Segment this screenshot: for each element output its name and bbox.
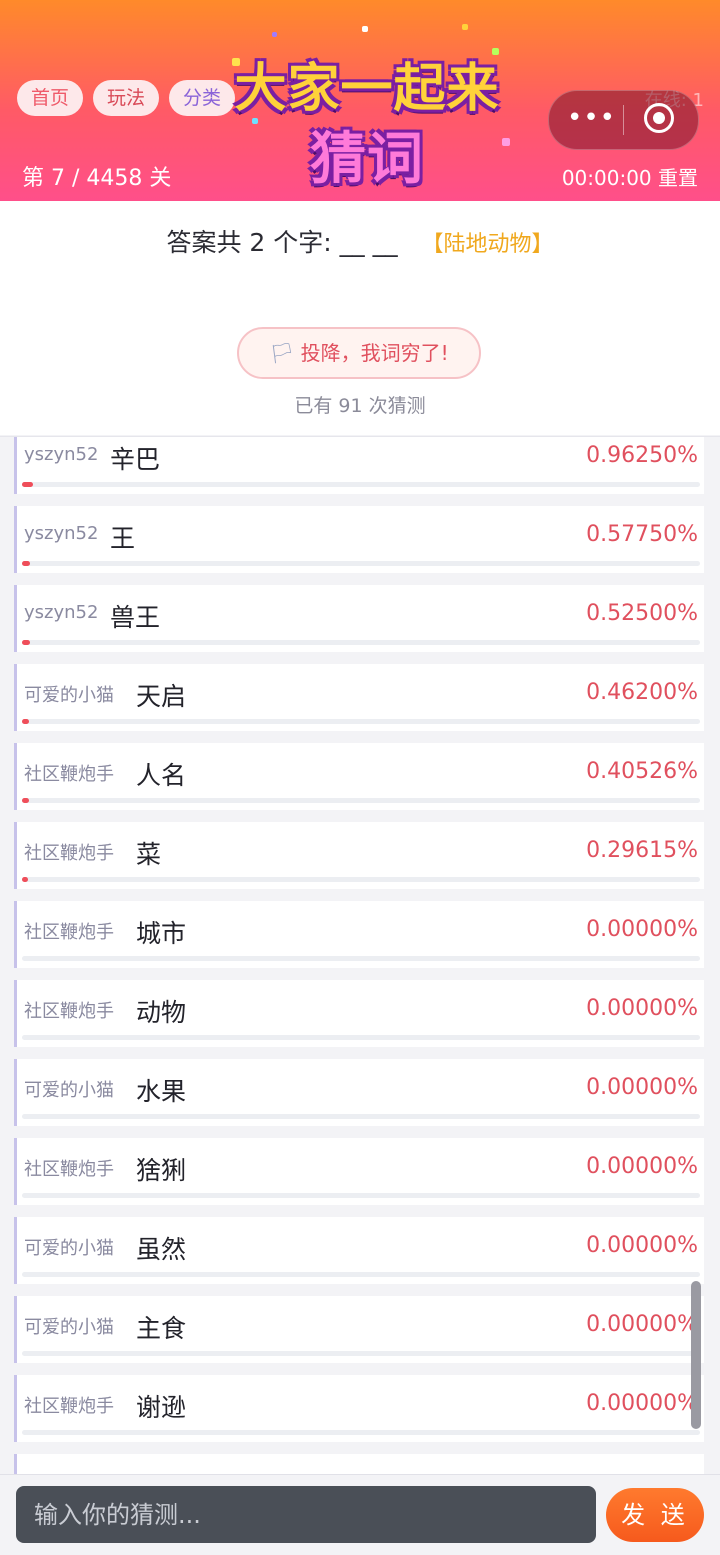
miniapp-capsule: ••• <box>548 90 699 150</box>
similarity-bar <box>22 1035 700 1040</box>
guess-user: 社区鞭炮手 <box>24 764 114 785</box>
guess-row: 可爱的小猫 水果 0.00000% <box>14 1059 704 1126</box>
similarity-bar <box>22 482 700 487</box>
guess-similarity: 0.40526% <box>586 759 698 784</box>
scrollbar[interactable] <box>691 1281 701 1429</box>
app-logo: 大家一起来 猜词 <box>212 18 522 192</box>
guess-row: yszyn52 兽王 0.52500% <box>14 585 704 652</box>
similarity-bar-fill <box>22 561 30 566</box>
guess-word: 水果 <box>136 1077 187 1106</box>
guess-word: 虽然 <box>136 1235 187 1264</box>
guess-similarity: 0.29615% <box>586 838 698 863</box>
guess-similarity: 0.00000% <box>586 1312 698 1337</box>
similarity-bar <box>22 1272 700 1277</box>
guess-row: 社区鞭炮手 动物 0.00000% <box>14 980 704 1047</box>
guess-word: 天启 <box>136 682 187 711</box>
guess-user: 可爱的小猫 <box>24 1080 114 1101</box>
guess-word: 辛巴 <box>110 445 161 474</box>
guess-user: 社区鞭炮手 <box>24 922 114 943</box>
guess-row: 可爱的小猫 天启 0.46200% <box>14 664 704 731</box>
similarity-bar <box>22 956 700 961</box>
guess-similarity: 0.00000% <box>586 1391 698 1416</box>
similarity-bar <box>22 1430 700 1435</box>
similarity-bar <box>22 798 700 803</box>
similarity-bar <box>22 1193 700 1198</box>
timer-reset[interactable]: 00:00:00 重置 <box>562 162 698 191</box>
guess-user: 可爱的小猫 <box>24 1238 114 1259</box>
guess-row: 可爱的小猫 主食 0.00000% <box>14 1296 704 1363</box>
guess-row: 社区鞭炮手 菜 0.29615% <box>14 822 704 889</box>
guess-user: 社区鞭炮手 <box>24 1001 114 1022</box>
guess-similarity: 0.00000% <box>586 1154 698 1179</box>
guess-similarity: 0.96250% <box>586 443 698 468</box>
similarity-bar-fill <box>22 640 30 645</box>
similarity-bar <box>22 640 700 645</box>
guess-user: 社区鞭炮手 <box>24 843 114 864</box>
similarity-bar-fill <box>22 719 30 724</box>
answer-prompt: 答案共 2 个字: __ __ 【陆地动物】 <box>0 223 720 259</box>
guess-word: 人名 <box>136 761 187 790</box>
header: 首页 玩法 分类 大家一起来 猜词 在线: 1 ••• 第 7 / 4458 关… <box>0 0 720 201</box>
guess-word: 动物 <box>136 998 187 1027</box>
guess-similarity: 0.00000% <box>586 917 698 942</box>
similarity-bar-fill <box>22 482 33 487</box>
flag-icon: 🏳 <box>269 341 295 365</box>
similarity-bar-fill <box>22 877 28 882</box>
nav-rules-button[interactable]: 玩法 <box>93 80 160 116</box>
guess-similarity: 0.00000% <box>586 1075 698 1100</box>
surrender-button[interactable]: 🏳 投降，我词穷了! <box>237 327 481 379</box>
guess-similarity: 0.00000% <box>586 1233 698 1258</box>
guess-input[interactable] <box>16 1486 596 1543</box>
send-button[interactable]: 发 送 <box>606 1488 704 1542</box>
close-miniapp-icon[interactable] <box>644 103 674 133</box>
guess-word: 猞猁 <box>136 1156 187 1185</box>
similarity-bar <box>22 1114 700 1119</box>
guess-row: 可爱的小猫 虽然 0.00000% <box>14 1217 704 1284</box>
nav-home-button[interactable]: 首页 <box>17 80 84 116</box>
guess-word: 王 <box>110 524 136 553</box>
guess-user: yszyn52 <box>24 444 99 465</box>
guess-word: 城市 <box>136 919 187 948</box>
guess-user: 可爱的小猫 <box>24 685 114 706</box>
guess-row: 社区鞭炮手 人名 0.40526% <box>14 743 704 810</box>
capsule-divider <box>623 105 624 135</box>
level-indicator: 第 7 / 4458 关 <box>22 166 172 191</box>
guess-user: 社区鞭炮手 <box>24 1396 114 1417</box>
guess-similarity: 0.57750% <box>586 522 698 547</box>
similarity-bar <box>22 1351 700 1356</box>
guess-user: 可爱的小猫 <box>24 1317 114 1338</box>
guess-count: 已有 91 次猜测 <box>294 395 426 417</box>
guess-row: yszyn52 王 0.57750% <box>14 506 704 573</box>
answer-length: 答案共 2 个字: __ __ <box>166 228 398 257</box>
similarity-bar <box>22 877 700 882</box>
guess-user: yszyn52 <box>24 602 99 623</box>
guess-user: yszyn52 <box>24 523 99 544</box>
guess-row: 社区鞭炮手 城市 0.00000% <box>14 901 704 968</box>
question-panel: 答案共 2 个字: __ __ 【陆地动物】 🏳 投降，我词穷了! 已有 91 次… <box>0 201 720 435</box>
input-bar: 发 送 <box>0 1474 720 1555</box>
guess-list[interactable]: 社区鞭炮手 谢逊 0.00000% 可爱的小猫 主食 0.00000% 可爱的小猫 虽然 0.0… <box>0 436 720 1475</box>
guess-word: 兽王 <box>110 603 161 632</box>
similarity-bar-fill <box>22 798 29 803</box>
surrender-label: 投降，我词穷了! <box>300 341 449 365</box>
similarity-bar <box>22 719 700 724</box>
guess-word: 主食 <box>136 1314 187 1343</box>
guess-row: 社区鞭炮手 谢逊 0.00000% <box>14 1375 704 1442</box>
guess-similarity: 0.00000% <box>586 996 698 1021</box>
guess-row: 社区鞭炮手 猞猁 0.00000% <box>14 1138 704 1205</box>
guess-similarity: 0.52500% <box>586 601 698 626</box>
guess-row <box>14 1454 704 1475</box>
guess-user: 社区鞭炮手 <box>24 1159 114 1180</box>
guess-word: 菜 <box>136 840 162 869</box>
guess-word: 谢逊 <box>136 1393 187 1422</box>
guess-similarity: 0.46200% <box>586 680 698 705</box>
more-icon[interactable]: ••• <box>567 103 615 133</box>
similarity-bar <box>22 561 700 566</box>
guess-row: yszyn52 辛巴 0.96250% <box>14 437 704 494</box>
category-hint: 【陆地动物】 <box>421 232 554 257</box>
